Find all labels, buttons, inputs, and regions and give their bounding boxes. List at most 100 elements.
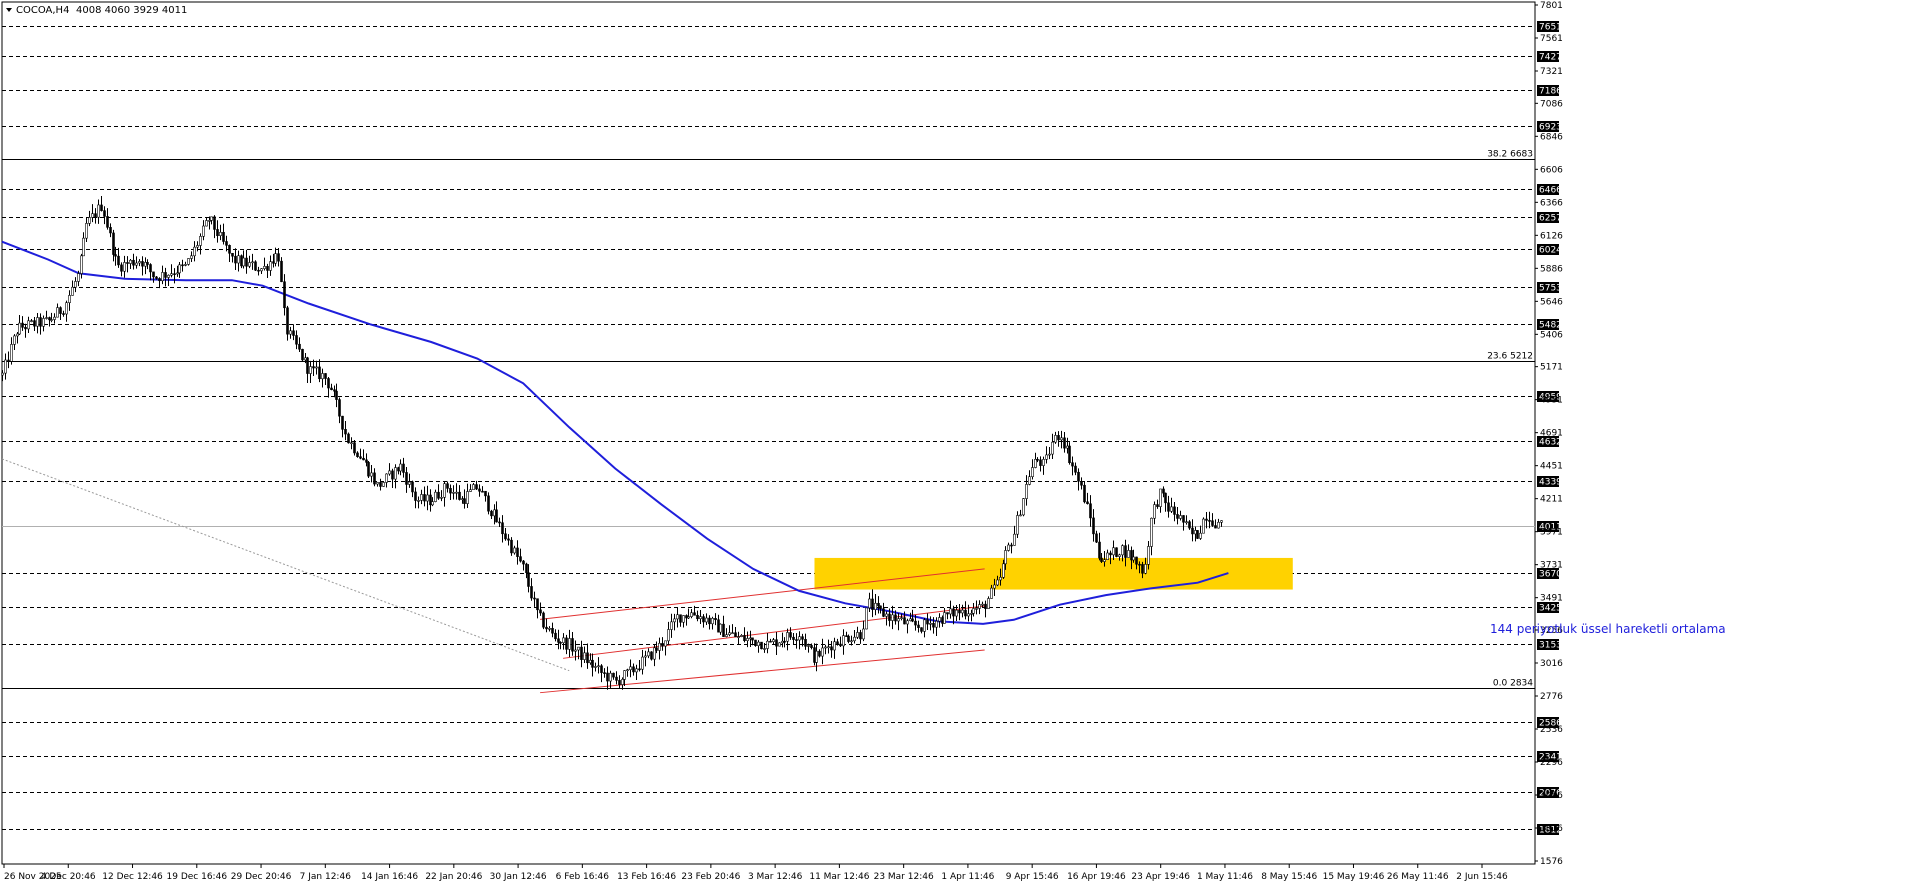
- price-chart[interactable]: 38.2 6683 23.6 5212 0.0 2834 7651 7427 7186 6…: [0, 0, 1916, 888]
- candle-body: [1127, 550, 1130, 558]
- candle-body: [408, 481, 411, 485]
- candle-body: [629, 666, 632, 671]
- candle-body: [967, 613, 970, 617]
- candle-body: [478, 488, 481, 492]
- candle-body: [690, 612, 693, 617]
- x-tick-label: 29 Dec 20:46: [231, 872, 292, 882]
- candle-body: [597, 665, 600, 668]
- candle-body: [205, 220, 208, 227]
- candle-body: [251, 261, 254, 264]
- candle-body: [562, 637, 565, 644]
- candle-body: [548, 628, 551, 630]
- x-tick-label: 23 Apr 19:46: [1131, 872, 1190, 882]
- candle-body: [222, 231, 225, 242]
- candle-body: [437, 491, 440, 499]
- candle-body: [18, 322, 21, 335]
- candle-body: [679, 614, 682, 623]
- candle-body: [975, 608, 978, 610]
- channel-line[interactable]: [540, 649, 985, 694]
- candle-body: [609, 672, 612, 682]
- candle-body: [839, 643, 842, 647]
- candle-body: [725, 634, 728, 637]
- candle-body: [1173, 506, 1176, 515]
- candle-body: [682, 615, 685, 623]
- candle-body: [1220, 520, 1223, 523]
- candle-body: [1141, 564, 1144, 574]
- candle-body: [405, 472, 408, 485]
- candle-body: [1025, 484, 1028, 499]
- candle-body: [650, 651, 653, 660]
- axis-layer: 7651742771866923646662576024575354824959…: [3, 1, 1563, 882]
- candle-body: [757, 641, 760, 647]
- candle-body: [961, 609, 964, 614]
- candle-body: [580, 646, 583, 660]
- channel-line[interactable]: [540, 568, 985, 620]
- candle-body: [1147, 546, 1150, 565]
- x-tick-label: 12 Dec 12:46: [102, 872, 163, 882]
- candle-body: [190, 255, 193, 259]
- candle-body: [13, 335, 16, 345]
- candle-body: [1086, 501, 1089, 505]
- candle-body: [740, 635, 743, 637]
- level-tag-text: 7427: [1539, 53, 1562, 63]
- candle-body: [254, 261, 257, 271]
- dropdown-triangle-icon[interactable]: [6, 8, 12, 12]
- candle-body: [1182, 515, 1185, 523]
- level-tag-text: 6257: [1539, 214, 1562, 224]
- candle-body: [623, 670, 626, 680]
- candle-body: [449, 488, 452, 494]
- candle-body: [210, 216, 213, 221]
- candle-body: [734, 632, 737, 638]
- candle-body: [923, 619, 926, 632]
- level-tag-text: 3670: [1539, 570, 1562, 580]
- candle-body: [583, 652, 586, 660]
- candle-body: [1057, 435, 1060, 441]
- candle-body: [635, 668, 638, 673]
- candle-body: [754, 639, 757, 647]
- header-layer: COCOA,H4 4008 4060 3929 4011: [6, 5, 187, 16]
- candle-body: [519, 556, 522, 562]
- dotted-trendline[interactable]: [1, 458, 570, 672]
- y-tick-label: 7561: [1540, 34, 1563, 44]
- x-tick-label: 7 Jan 12:46: [300, 872, 352, 882]
- candle-body: [283, 281, 286, 309]
- candle-body: [920, 627, 923, 632]
- ohlc-readout: 4008 4060 3929 4011: [76, 5, 187, 16]
- candle-body: [943, 612, 946, 624]
- candle-body: [1208, 520, 1211, 522]
- candle-body: [1022, 498, 1025, 516]
- candle-body: [466, 491, 469, 504]
- candle-body: [955, 609, 958, 617]
- y-tick-label: 1816: [1540, 824, 1563, 834]
- candle-body: [208, 220, 211, 222]
- candle-body: [978, 604, 981, 609]
- candle-body: [213, 216, 216, 230]
- candle-body: [516, 547, 519, 557]
- candle-body: [469, 489, 472, 492]
- candle-body: [711, 618, 714, 625]
- candle-body: [80, 255, 83, 274]
- candle-body: [263, 266, 266, 269]
- candle-body: [411, 481, 414, 493]
- candle-body: [289, 330, 292, 335]
- candle-body: [830, 646, 833, 651]
- candle-body: [1109, 552, 1112, 556]
- level-tag-text: 7651: [1539, 23, 1562, 33]
- candle-body: [24, 326, 27, 330]
- candle-body: [228, 244, 231, 254]
- candle-body: [382, 482, 385, 487]
- candle-body: [1042, 459, 1045, 466]
- resistance-zone[interactable]: [814, 557, 1293, 590]
- candle-body: [280, 260, 283, 283]
- candle-body: [138, 261, 141, 264]
- candle-body: [318, 366, 321, 380]
- candle-body: [917, 624, 920, 628]
- candle-body: [795, 639, 798, 641]
- candle-body: [1028, 476, 1031, 485]
- candle-body: [891, 614, 894, 621]
- candle-body: [103, 210, 106, 217]
- candle-body: [1054, 435, 1057, 443]
- candle-body: [696, 614, 699, 620]
- y-tick-label: 4691: [1540, 429, 1563, 439]
- candle-body: [97, 204, 100, 218]
